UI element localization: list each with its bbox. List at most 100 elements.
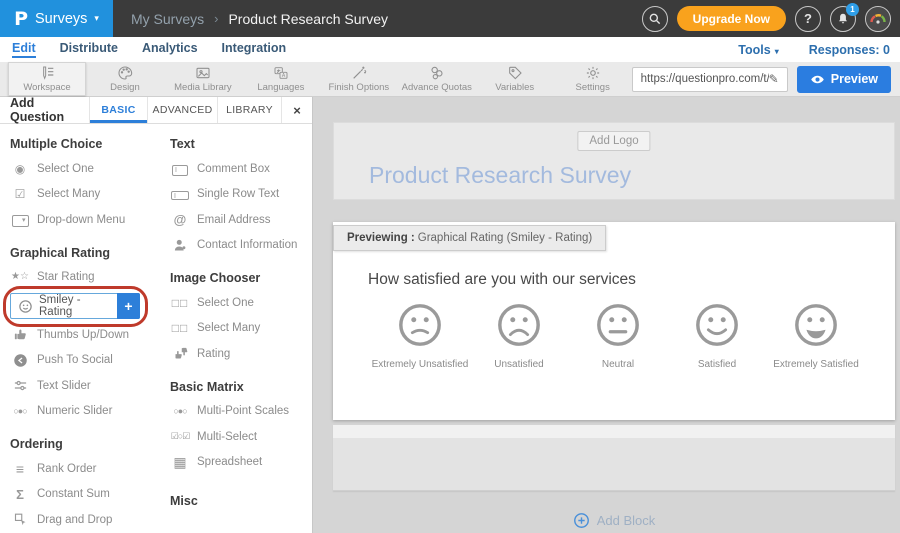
add-logo-button[interactable]: Add Logo <box>577 131 650 151</box>
breadcrumb-my-surveys[interactable]: My Surveys <box>131 11 204 27</box>
qtype-image-select-one[interactable]: □□ Select One <box>170 290 312 316</box>
tab-analytics[interactable]: Analytics <box>142 41 198 58</box>
spreadsheet-grid-icon: ▦ <box>170 455 190 469</box>
breadcrumb: My Surveys › Product Research Survey <box>131 11 388 27</box>
qtype-single-row-text[interactable]: I Single Row Text <box>170 182 312 208</box>
qtype-contact-information[interactable]: Contact Information <box>170 233 312 259</box>
multi-select-icon: ☑○☑ <box>170 432 190 441</box>
qtype-spreadsheet[interactable]: ▦ Spreadsheet <box>170 450 312 476</box>
qtype-select-one[interactable]: ◉ Select One <box>10 156 170 182</box>
qtype-star-rating[interactable]: ★☆ Star Rating <box>10 265 170 291</box>
tab-basic[interactable]: BASIC <box>90 97 148 123</box>
multi-point-icon: ○●○ <box>170 407 190 416</box>
plus-circle-icon <box>573 512 590 529</box>
qtype-comment-box[interactable]: I Comment Box <box>170 156 312 182</box>
top-bar: P Surveys ▾ My Surveys › Product Researc… <box>0 0 900 37</box>
user-avatar[interactable] <box>865 6 891 32</box>
section-image-chooser: Image Chooser <box>170 271 312 285</box>
qtype-drag-and-drop[interactable]: Drag and Drop <box>10 507 170 533</box>
smiley-option-extremely-satisfied[interactable]: Extremely Satisfied <box>767 302 865 370</box>
toolbar-languages[interactable]: A Languages <box>242 62 320 96</box>
smiley-option-neutral[interactable]: Neutral <box>569 302 667 370</box>
add-block-button[interactable]: Add Block <box>333 512 895 529</box>
tab-edit[interactable]: Edit <box>12 41 36 58</box>
qtype-constant-sum[interactable]: Σ Constant Sum <box>10 482 170 508</box>
notification-count-badge: 1 <box>846 3 859 16</box>
single-row-text-icon: I <box>171 191 189 200</box>
toolbar-finish-options[interactable]: Finish Options <box>320 62 398 96</box>
qtype-numeric-slider[interactable]: ○●○ Numeric Slider <box>10 399 170 425</box>
stars-icon: ★☆ <box>10 272 30 282</box>
tab-library[interactable]: LIBRARY <box>218 97 282 123</box>
add-smiley-question-button[interactable]: + <box>117 293 140 319</box>
gauge-avatar-icon <box>866 7 890 31</box>
section-misc: Misc <box>170 494 312 508</box>
qtype-rank-order[interactable]: ≡ Rank Order <box>10 456 170 482</box>
toolbar-settings[interactable]: Settings <box>554 62 632 96</box>
comment-box-icon: I <box>172 165 188 176</box>
qtype-text-slider[interactable]: Text Slider <box>10 373 170 399</box>
edit-url-pencil-icon[interactable]: ✎ <box>769 72 779 86</box>
survey-title[interactable]: Product Research Survey <box>369 162 631 189</box>
qtype-smiley-rating[interactable]: Smiley - Rating + <box>10 293 140 319</box>
toolbar-advance-quotas[interactable]: Advance Quotas <box>398 62 476 96</box>
tab-distribute[interactable]: Distribute <box>60 41 118 58</box>
survey-url-input[interactable] <box>641 73 769 85</box>
smiley-option-satisfied[interactable]: Satisfied <box>668 302 766 370</box>
qtype-push-to-social[interactable]: Push To Social <box>10 348 170 374</box>
editor-toolbar: Workspace Design Media Library A Languag… <box>0 62 900 97</box>
search-icon <box>648 12 662 26</box>
qtype-image-select-many[interactable]: □□ Select Many <box>170 316 312 342</box>
survey-canvas: Add Logo Product Research Survey Preview… <box>313 97 900 533</box>
qtype-multi-select[interactable]: ☑○☑ Multi-Select <box>170 424 312 450</box>
section-text: Text <box>170 137 312 151</box>
question-panel-tabs: Add Question BASIC ADVANCED LIBRARY × <box>0 97 312 124</box>
upgrade-now-button[interactable]: Upgrade Now <box>677 6 786 31</box>
translate-icon: A <box>273 65 289 81</box>
nav-tabs: Edit Distribute Analytics Integration <box>12 41 286 58</box>
survey-header-block: Add Logo Product Research Survey <box>333 122 895 200</box>
search-button[interactable] <box>642 6 668 32</box>
toolbar-media-library[interactable]: Media Library <box>164 62 242 96</box>
questionpro-survey-editor: P Surveys ▾ My Surveys › Product Researc… <box>0 0 900 533</box>
section-graphical-rating: Graphical Rating <box>10 246 170 260</box>
smiley-option-extremely-unsatisfied[interactable]: Extremely Unsatisfied <box>371 302 469 370</box>
eye-icon <box>810 72 825 87</box>
responses-count[interactable]: Responses: 0 <box>809 43 890 57</box>
surveys-product-menu[interactable]: P Surveys ▾ <box>0 0 113 37</box>
close-panel-button[interactable]: × <box>282 97 312 123</box>
tab-integration[interactable]: Integration <box>222 41 287 58</box>
sigma-icon: Σ <box>10 488 30 501</box>
toolbar-design[interactable]: Design <box>86 62 164 96</box>
smiley-option-unsatisfied[interactable]: Unsatisfied <box>470 302 568 370</box>
nav-right: Tools▾ Responses: 0 <box>738 43 890 57</box>
toolbar-variables[interactable]: Variables <box>476 62 554 96</box>
product-label: Surveys <box>35 11 87 27</box>
thumb-up-icon <box>13 327 28 342</box>
question-mark-icon: ? <box>804 11 812 26</box>
tab-advanced[interactable]: ADVANCED <box>148 97 218 123</box>
previewing-label: Previewing :Graphical Rating (Smiley - R… <box>333 225 606 251</box>
rank-order-icon: ≡ <box>10 462 30 476</box>
help-button[interactable]: ? <box>795 6 821 32</box>
toolbar-workspace[interactable]: Workspace <box>8 62 86 96</box>
qtype-multi-point-scales[interactable]: ○●○ Multi-Point Scales <box>170 399 312 425</box>
qtype-thumbs-up-down[interactable]: Thumbs Up/Down <box>10 322 170 348</box>
tag-icon <box>507 65 523 81</box>
share-icon <box>13 353 28 368</box>
section-multiple-choice: Multiple Choice <box>10 137 170 151</box>
qtype-select-many[interactable]: ☑ Select Many <box>10 182 170 208</box>
question-column-right: Text I Comment Box I Single Row Text @ E… <box>170 124 312 533</box>
thumbs-rating-icon <box>173 346 188 361</box>
qtype-image-rating[interactable]: Rating <box>170 341 312 367</box>
notifications-button[interactable]: 1 <box>830 6 856 32</box>
add-question-title: Add Question <box>0 97 90 123</box>
question-column-left: Multiple Choice ◉ Select One ☑ Select Ma… <box>10 124 170 533</box>
qtype-email-address[interactable]: @ Email Address <box>170 207 312 233</box>
dropdown-icon: ▾ <box>12 215 29 227</box>
tools-dropdown[interactable]: Tools▾ <box>738 43 778 57</box>
section-ordering: Ordering <box>10 437 170 451</box>
preview-button[interactable]: Preview <box>797 66 891 93</box>
at-sign-icon: @ <box>170 213 190 226</box>
qtype-dropdown-menu[interactable]: ▾ Drop-down Menu <box>10 207 170 233</box>
